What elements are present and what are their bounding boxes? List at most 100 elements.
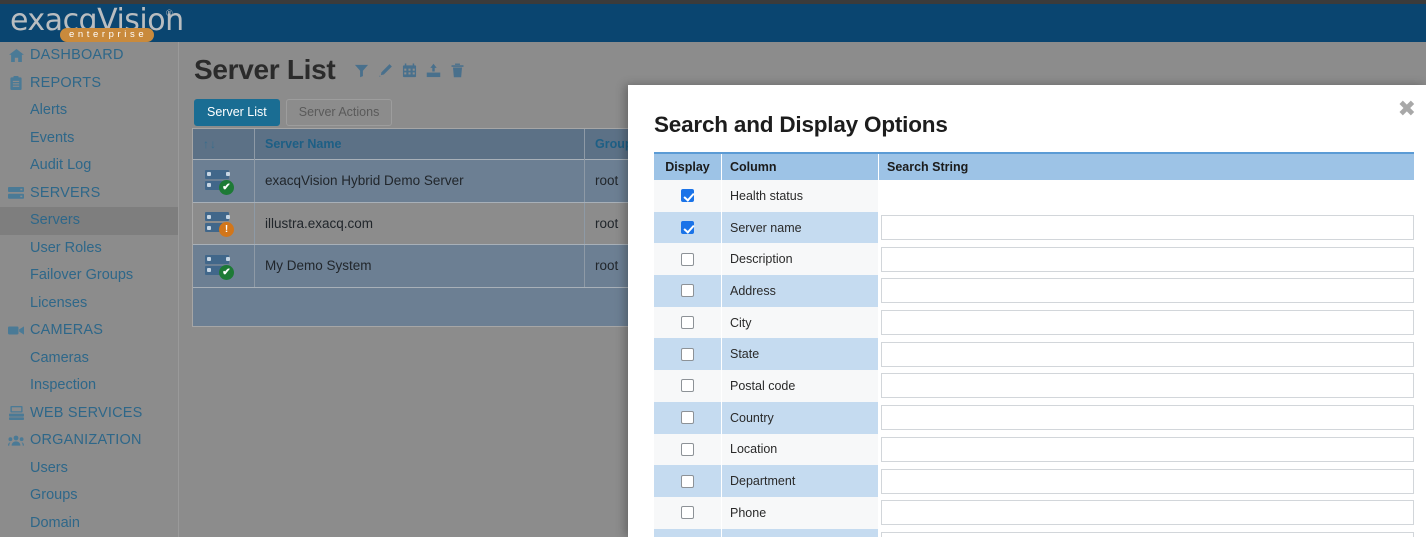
column-header-server-name[interactable]: Server Name	[255, 129, 585, 160]
search-string-input[interactable]	[881, 247, 1414, 272]
display-checkbox-cell	[654, 402, 722, 434]
filter-icon[interactable]	[353, 61, 370, 80]
search-string-cell	[879, 529, 1414, 537]
sidebar-item-inspection[interactable]: Inspection	[0, 372, 178, 400]
sidebar-item-licenses[interactable]: Licenses	[0, 290, 178, 318]
sidebar-item-label: Licenses	[30, 295, 87, 311]
status-badge: ✔	[219, 265, 234, 280]
sidebar-item-label: ORGANIZATION	[30, 432, 142, 448]
sidebar-item-groups[interactable]: Groups	[0, 482, 178, 510]
display-checkbox-cell	[654, 338, 722, 370]
sidebar-item-users[interactable]: Users	[0, 455, 178, 483]
server-name-cell: exacqVision Hybrid Demo Server	[255, 160, 585, 202]
display-checkbox-cell	[654, 243, 722, 275]
search-string-cell	[879, 497, 1414, 529]
sort-arrows-icon: ↑↓	[203, 137, 217, 151]
sidebar-item-organization[interactable]: ORGANIZATION	[0, 427, 178, 455]
trash-icon[interactable]	[449, 61, 466, 80]
status-badge: !	[219, 222, 234, 237]
option-column-label: Postal code	[722, 370, 879, 402]
search-string-input[interactable]	[881, 437, 1414, 462]
edit-pencil-icon[interactable]	[377, 61, 394, 80]
option-row: Contact	[654, 529, 1414, 537]
display-checkbox[interactable]	[681, 316, 694, 329]
display-checkbox[interactable]	[681, 348, 694, 361]
sidebar-item-label: Cameras	[30, 350, 89, 366]
sidebar-item-dashboard[interactable]: DASHBOARD	[0, 42, 178, 70]
sidebar-item-label: CAMERAS	[30, 322, 103, 338]
search-string-input[interactable]	[881, 500, 1414, 525]
search-string-input[interactable]	[881, 310, 1414, 335]
sidebar-item-web-services[interactable]: WEB SERVICES	[0, 400, 178, 428]
sidebar-item-label: Users	[30, 460, 68, 476]
option-row: Description	[654, 243, 1414, 275]
dialog-title: Search and Display Options	[654, 112, 948, 138]
option-column-label: Department	[722, 465, 879, 497]
sidebar-item-cameras[interactable]: CAMERAS	[0, 317, 178, 345]
sidebar-item-domain[interactable]: Domain	[0, 510, 178, 537]
sidebar-item-label: WEB SERVICES	[30, 405, 143, 421]
server-status-icon: ✔	[203, 254, 233, 278]
display-checkbox-cell	[654, 275, 722, 307]
option-column-label: State	[722, 338, 879, 370]
search-string-cell	[879, 338, 1414, 370]
sidebar-item-audit-log[interactable]: Audit Log	[0, 152, 178, 180]
search-string-input[interactable]	[881, 373, 1414, 398]
display-checkbox[interactable]	[681, 253, 694, 266]
sidebar-item-label: Inspection	[30, 377, 96, 393]
sidebar-item-servers[interactable]: Servers	[0, 207, 178, 235]
display-checkbox-cell	[654, 434, 722, 466]
sidebar-item-label: Audit Log	[30, 157, 91, 173]
sidebar-item-label: DASHBOARD	[30, 47, 124, 63]
sidebar-item-label: Groups	[30, 487, 78, 503]
sidebar-item-servers[interactable]: SERVERS	[0, 180, 178, 208]
search-string-input[interactable]	[881, 469, 1414, 494]
display-checkbox[interactable]	[681, 379, 694, 392]
server-status-icon: ✔	[203, 169, 233, 193]
display-checkbox-cell	[654, 465, 722, 497]
sidebar-item-events[interactable]: Events	[0, 125, 178, 153]
option-column-label: Server name	[722, 212, 879, 244]
display-checkbox[interactable]	[681, 411, 694, 424]
sidebar-item-reports[interactable]: REPORTS	[0, 70, 178, 98]
sidebar-item-user-roles[interactable]: User Roles	[0, 235, 178, 263]
calendar-icon[interactable]	[401, 61, 418, 80]
sidebar-item-alerts[interactable]: Alerts	[0, 97, 178, 125]
download-icon[interactable]	[425, 61, 442, 80]
server-status-cell: ✔	[193, 245, 255, 287]
page-header: Server List	[194, 54, 466, 86]
display-checkbox[interactable]	[681, 475, 694, 488]
display-checkbox[interactable]	[681, 284, 694, 297]
option-column-label: Description	[722, 243, 879, 275]
option-column-label: Location	[722, 434, 879, 466]
search-string-input[interactable]	[881, 278, 1414, 303]
option-column-label: Phone	[722, 497, 879, 529]
sidebar-item-label: Events	[30, 130, 74, 146]
brand-logo[interactable]: exacqVision ® enterprise	[10, 4, 310, 42]
option-row: Phone	[654, 497, 1414, 529]
display-checkbox[interactable]	[681, 443, 694, 456]
option-column-label: Contact	[722, 529, 879, 537]
display-checkbox-cell	[654, 529, 722, 537]
close-icon[interactable]: ✖	[1398, 99, 1416, 121]
search-string-cell	[879, 402, 1414, 434]
camera-icon	[8, 324, 24, 338]
search-string-cell	[879, 465, 1414, 497]
sidebar-item-failover-groups[interactable]: Failover Groups	[0, 262, 178, 290]
option-row: Address	[654, 275, 1414, 307]
search-string-cell	[879, 180, 1414, 212]
display-checkbox[interactable]	[681, 506, 694, 519]
display-checkbox[interactable]	[681, 221, 694, 234]
tab-server-actions[interactable]: Server Actions	[286, 99, 393, 126]
sidebar-item-cameras[interactable]: Cameras	[0, 345, 178, 373]
search-string-input[interactable]	[881, 405, 1414, 430]
tab-server-list[interactable]: Server List	[194, 99, 280, 126]
display-checkbox[interactable]	[681, 189, 694, 202]
options-column-header-search-string: Search String	[879, 154, 1414, 180]
search-string-input[interactable]	[881, 342, 1414, 367]
search-string-input[interactable]	[881, 215, 1414, 240]
column-header-sort[interactable]: ↑↓	[193, 129, 255, 160]
search-string-cell	[879, 212, 1414, 244]
search-string-input[interactable]	[881, 532, 1414, 537]
monitor-icon	[8, 406, 24, 420]
